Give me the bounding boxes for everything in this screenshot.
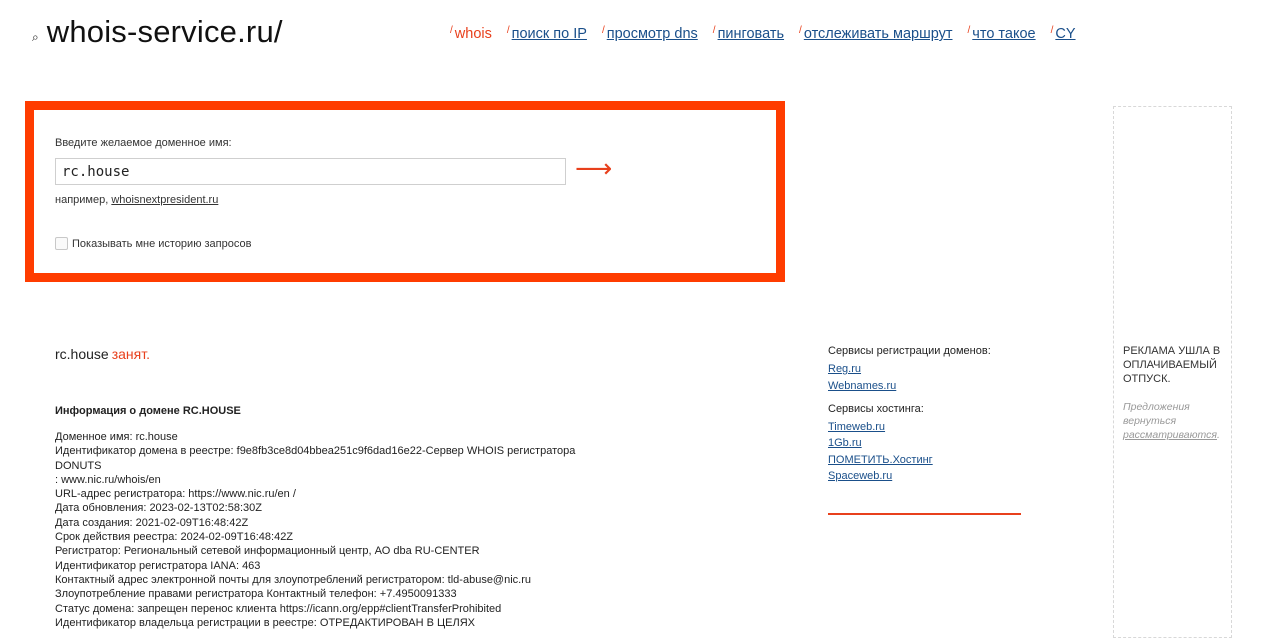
ad-title: РЕКЛАМА УШЛА В ОПЛАЧИВАЕМЫЙ ОТПУСК. (1123, 345, 1221, 385)
whois-line: Срок действия реестра: 2024-02-09T16:48:… (55, 531, 294, 544)
nav-item-ip-search[interactable]: / поиск по IP (506, 25, 587, 42)
registration-services-title: Сервисы регистрации доменов: (828, 345, 991, 357)
magnifier-icon: ⌕ (32, 29, 39, 44)
slash-icon: / (601, 25, 605, 36)
nav-item-traceroute[interactable]: / отслеживать маршрут (799, 25, 953, 42)
hosting-services-title: Сервисы хостинга: (828, 402, 924, 415)
history-label: Показывать мне историю запросов (72, 237, 252, 250)
nav-item-what-is[interactable]: / что такое (967, 25, 1036, 42)
divider (828, 513, 1021, 515)
ad-text: Предложения вернуться рассматриваются. (1123, 400, 1229, 442)
example-hint: например, whoisnextpresident.ru (55, 194, 218, 206)
status-badge: занят. (111, 346, 150, 362)
slash-icon: / (712, 25, 716, 36)
whois-line: Идентификатор владельца регистрации в ре… (55, 616, 475, 629)
registration-link[interactable]: Reg.ru (828, 363, 1021, 375)
registration-link[interactable]: Webnames.ru (828, 380, 1021, 392)
whois-line: Идентификатор домена в реестре: f9e8fb3c… (55, 445, 579, 472)
hosting-link[interactable]: ПОМЕТИТЬ.Хостинг (828, 454, 1021, 466)
ad-link[interactable]: рассматриваются (1123, 429, 1217, 441)
services-panel: Сервисы регистрации доменов: Reg.ru Webn… (828, 345, 1021, 515)
slash-icon: / (506, 25, 510, 36)
whois-line: Статус домена: запрещен перенос клиента … (55, 602, 502, 615)
ad-panel: РЕКЛАМА УШЛА В ОПЛАЧИВАЕМЫЙ ОТПУСК. Пред… (1113, 106, 1232, 638)
whois-line: Дата обновления: 2023-02-13T02:58:30Z (55, 502, 262, 515)
search-form: Введите желаемое доменное имя: ⟶ наприме… (25, 101, 785, 282)
example-prefix: например, (55, 194, 109, 206)
whois-line: Идентификатор регистратора IANA: 463 (55, 559, 261, 572)
status-domain: rc.house (55, 346, 109, 362)
whois-line: Регистратор: Региональный сетевой информ… (55, 545, 480, 558)
hosting-link[interactable]: Spaceweb.ru (828, 470, 1021, 482)
ad-text-prefix: Предложения вернуться (1123, 401, 1190, 427)
nav-link-dns[interactable]: просмотр dns (607, 26, 698, 42)
hosting-link[interactable]: Timeweb.ru (828, 421, 1021, 433)
history-checkbox[interactable] (55, 237, 68, 250)
example-link[interactable]: whoisnextpresident.ru (111, 194, 218, 206)
ad-text-suffix: . (1217, 429, 1220, 441)
nav-item-ping[interactable]: / пинговать (712, 25, 784, 42)
whois-line: : www.nic.ru/whois/en (55, 473, 161, 486)
arrow-right-icon[interactable]: ⟶ (575, 154, 612, 184)
domain-input[interactable] (55, 158, 566, 185)
nav-link-cy[interactable]: CY (1055, 26, 1075, 42)
whois-line: Злоупотребление правами регистратора Кон… (55, 588, 457, 601)
nav-link-what-is[interactable]: что такое (972, 26, 1035, 42)
site-logo[interactable]: ⌕ whois-service.ru/ (32, 14, 283, 50)
nav-link-ping[interactable]: пинговать (718, 26, 784, 42)
whois-line: Доменное имя: rc.house (55, 431, 178, 443)
whois-line: Контактный адрес электронной почты для з… (55, 573, 531, 586)
domain-status: rc.house занят. (55, 346, 150, 362)
whois-line: Дата создания: 2021-02-09T16:48:42Z (55, 516, 249, 529)
search-label: Введите желаемое доменное имя: (55, 137, 232, 149)
nav-link-traceroute[interactable]: отслеживать маршрут (804, 26, 953, 42)
slash-icon: / (1050, 25, 1054, 36)
slash-icon: / (450, 25, 453, 36)
whois-info-title: Информация о домене RC.HOUSE (55, 405, 241, 417)
logo-text: whois-service.ru/ (46, 14, 283, 49)
nav-item-whois[interactable]: / whois (450, 25, 492, 42)
history-toggle[interactable]: Показывать мне историю запросов (55, 237, 251, 250)
top-navigation: / whois / поиск по IP / просмотр dns / пинго… (450, 25, 1091, 42)
whois-line: URL-адрес регистратора: https://www.nic.… (55, 488, 296, 501)
slash-icon: / (799, 25, 802, 36)
nav-link-ip-search[interactable]: поиск по IP (512, 26, 587, 42)
nav-item-cy[interactable]: / CY (1050, 25, 1076, 42)
slash-icon: / (967, 25, 971, 36)
whois-record: Доменное имя: rc.house Идентификатор дом… (55, 430, 585, 630)
nav-item-dns[interactable]: / просмотр dns (601, 25, 698, 42)
hosting-link[interactable]: 1Gb.ru (828, 437, 1021, 449)
